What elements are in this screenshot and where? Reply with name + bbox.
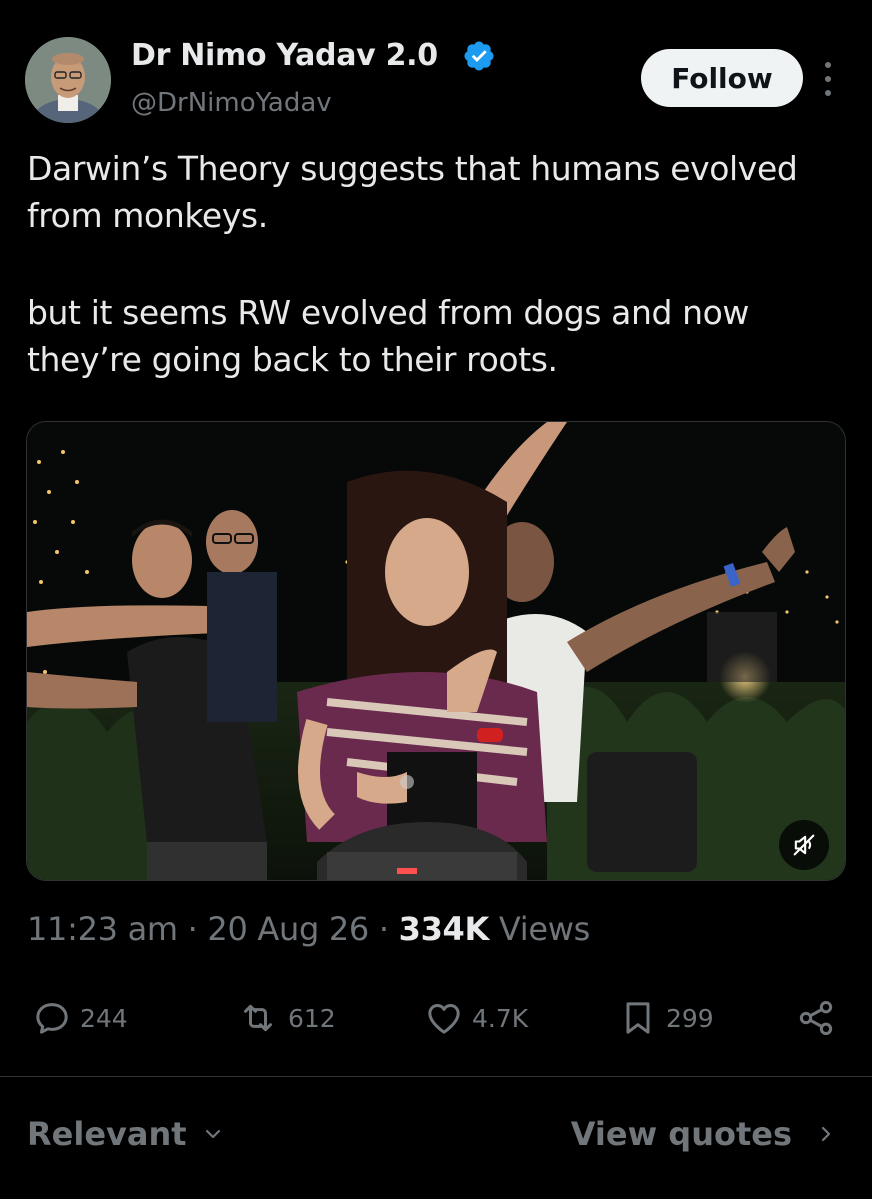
bookmark-button[interactable]: 299 [618,990,714,1046]
views-label: Views [489,910,590,948]
sort-replies-dropdown[interactable]: Relevant [27,1110,225,1158]
tweet-time[interactable]: 11:23 am [27,910,178,948]
like-button[interactable]: 4.7K [424,990,528,1046]
view-quotes-link[interactable]: View quotes [571,1110,838,1158]
reply-icon [36,1003,68,1034]
reply-button[interactable]: 244 [32,990,128,1046]
more-options-icon[interactable] [818,62,838,96]
bookmark-count: 299 [666,1003,714,1033]
action-bar: 244 612 4.7K 299 [0,990,872,1046]
bookmark-icon [626,1002,650,1034]
like-count: 4.7K [472,1003,529,1033]
verified-badge-icon [464,41,494,71]
view-quotes-label: View quotes [570,1115,792,1153]
user-handle[interactable]: @DrNimoYadav [131,88,332,118]
views-count: 334K [398,910,490,948]
repost-icon [244,1004,272,1032]
repost-button[interactable]: 612 [236,990,336,1046]
sort-label: Relevant [27,1115,187,1153]
chevron-down-icon [205,1129,220,1139]
chevron-right-icon [821,1126,831,1142]
tweet-paragraph: but it seems RW evolved from dogs and no… [27,293,750,379]
avatar-image [25,37,111,123]
display-name[interactable]: Dr Nimo Yadav 2.0 [131,38,438,73]
mute-toggle-button[interactable] [779,820,829,870]
divider [0,1076,872,1077]
share-icon [799,1001,833,1035]
share-button[interactable] [796,990,836,1046]
tweet-video[interactable] [26,421,846,881]
repost-count: 612 [288,1003,336,1033]
tweet-header: Dr Nimo Yadav 2.0 @DrNimoYadav Follow [0,0,872,140]
heart-icon [428,1004,460,1034]
reply-count: 244 [80,1003,128,1033]
tweet-metadata: 11:23 am · 20 Aug 26 · 334K Views [27,910,590,948]
tweet-paragraph: Darwin’s Theory suggests that humans evo… [27,149,798,235]
speaker-muted-icon [793,834,815,856]
follow-button[interactable]: Follow [641,49,803,107]
video-frame-image [27,422,845,880]
meta-separator: · [368,910,399,948]
tweet-date[interactable]: 20 Aug 26 [207,910,369,948]
tweet-text: Darwin’s Theory suggests that humans evo… [27,145,827,383]
meta-separator: · [177,910,208,948]
avatar[interactable] [25,37,111,123]
